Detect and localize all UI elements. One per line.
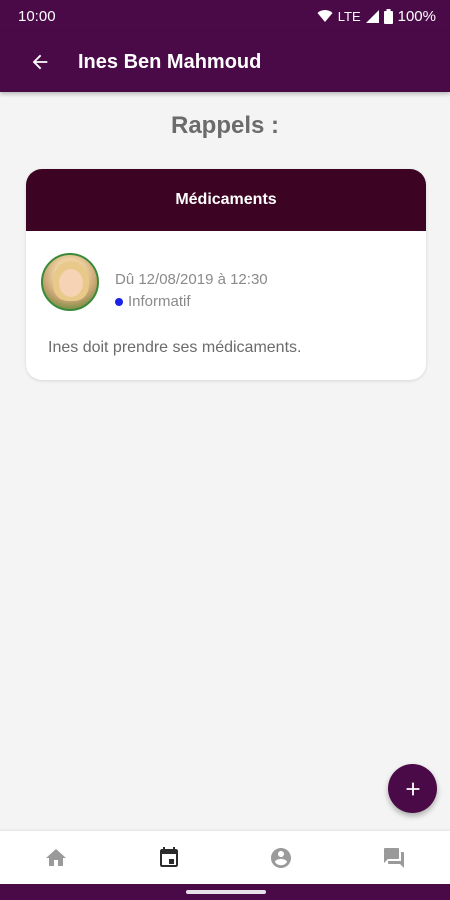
battery-percent: 100%	[397, 7, 436, 25]
avatar	[41, 253, 99, 311]
messages-icon	[383, 847, 404, 868]
network-label: LTE	[337, 8, 361, 24]
status-indicators: LTE 100%	[317, 8, 436, 25]
add-reminder-button[interactable]	[388, 764, 437, 813]
reminder-type: Informatif	[115, 293, 191, 310]
gesture-handle[interactable]	[186, 890, 266, 894]
nav-calendar[interactable]	[113, 831, 226, 884]
back-button[interactable]	[20, 42, 60, 82]
arrow-back-icon	[32, 54, 48, 70]
reminder-card[interactable]: Médicaments Dû 12/08/2019 à 12:30 Inform…	[26, 169, 426, 380]
status-time: 10:00	[18, 7, 56, 25]
battery-icon	[383, 8, 393, 24]
reminder-date: Dû 12/08/2019 à 12:30	[115, 271, 268, 288]
nav-messages[interactable]	[338, 831, 450, 884]
reminder-type-label: Informatif	[128, 293, 191, 310]
card-header: Médicaments	[26, 169, 426, 231]
nav-home[interactable]	[0, 831, 113, 884]
bottom-navigation	[0, 831, 450, 884]
account-icon	[271, 847, 292, 868]
type-dot-icon	[115, 297, 123, 306]
status-bar: 10:00 LTE 100%	[0, 0, 450, 32]
reminder-message: Ines doit prendre ses médicaments.	[48, 339, 302, 356]
nav-profile[interactable]	[225, 831, 338, 884]
wifi-icon	[317, 10, 333, 22]
app-bar: Ines Ben Mahmoud	[0, 32, 450, 92]
calendar-icon	[159, 846, 178, 867]
signal-icon	[365, 9, 379, 23]
gesture-bar	[0, 884, 450, 900]
section-title: Rappels :	[170, 112, 280, 139]
plus-icon	[406, 782, 419, 795]
page-title: Ines Ben Mahmoud	[78, 50, 262, 73]
home-icon	[46, 848, 67, 866]
